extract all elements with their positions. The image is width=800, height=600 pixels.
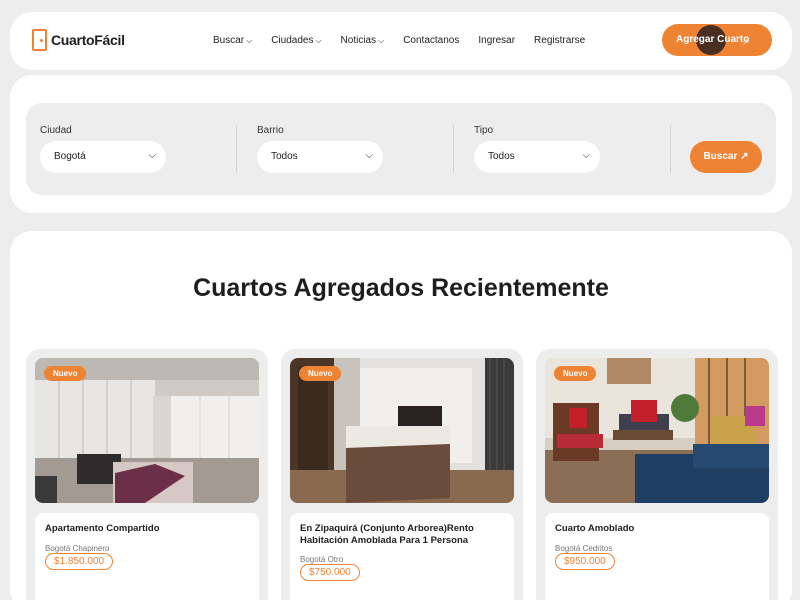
search-button[interactable]: Buscar ↗: [690, 141, 762, 173]
brand-name: CuartoFácil: [51, 32, 125, 48]
listing-price: $950.000: [555, 553, 615, 570]
recent-listings-section: Cuartos Agregados Recientemente Nuevo Ap…: [10, 231, 792, 600]
listing-info: Cuarto Amoblado Bogotá Cedritos $950.000: [545, 513, 769, 600]
nav-item-contactanos[interactable]: Contactanos: [403, 35, 459, 46]
listing-location: Bogotá Otro: [300, 555, 344, 564]
listing-price: $1.850.000: [45, 553, 114, 570]
search-section: Ciudad Bogotá ⌵ Barrio Todos ⌵ Tipo Todo…: [10, 75, 792, 213]
chevron-down-icon: ⌵: [246, 35, 253, 45]
listing-info: Apartamento Compartido Bogotá Chapinero …: [35, 513, 259, 600]
neighborhood-select[interactable]: Todos ⌵: [257, 141, 383, 173]
chevron-down-icon: ⌵: [378, 35, 385, 45]
type-label: Tipo: [474, 125, 494, 136]
arrow-up-right-icon: ↗: [742, 37, 750, 47]
listing-price: $750.000: [300, 564, 360, 581]
chevron-down-icon: ⌵: [148, 150, 156, 161]
listing-card[interactable]: Nuevo Apartamento Compartido Bogotá Chap…: [26, 349, 268, 600]
listing-card[interactable]: Nuevo En Zipaquirá (Conjunto Arborea)Ren…: [281, 349, 523, 600]
add-room-button[interactable]: Agregar Cuarto ↗: [662, 24, 772, 56]
add-room-label: Agregar Cuarto: [676, 34, 750, 45]
listing-title[interactable]: En Zipaquirá (Conjunto Arborea)Rento Hab…: [300, 523, 504, 547]
listing-info: En Zipaquirá (Conjunto Arborea)Rento Hab…: [290, 513, 514, 600]
listing-card[interactable]: Nuevo Cuarto Amoblado Bogotá Cedritos $9…: [536, 349, 778, 600]
listing-photo[interactable]: Nuevo: [290, 358, 514, 503]
nav-item-noticias[interactable]: Noticias ⌵: [341, 35, 385, 46]
nav-item-buscar[interactable]: Buscar ⌵: [213, 35, 252, 46]
new-badge: Nuevo: [554, 366, 597, 381]
logo[interactable]: CuartoFácil: [32, 29, 125, 51]
nav-item-ingresar[interactable]: Ingresar: [478, 35, 515, 46]
nav-item-registrarse[interactable]: Registrarse: [534, 35, 585, 46]
site-header: CuartoFácil Buscar ⌵ Ciudades ⌵ Noticias ⌵ …: [10, 12, 792, 70]
main-nav: Buscar ⌵ Ciudades ⌵ Noticias ⌵ Contactanos …: [213, 35, 585, 46]
new-badge: Nuevo: [299, 366, 342, 381]
listing-photo[interactable]: Nuevo: [35, 358, 259, 503]
nav-item-ciudades[interactable]: Ciudades ⌵: [271, 35, 321, 46]
section-title: Cuartos Agregados Recientemente: [193, 274, 609, 302]
listing-location: Bogotá Chapinero: [45, 544, 110, 553]
listing-location: Bogotá Cedritos: [555, 544, 613, 553]
search-panel: Ciudad Bogotá ⌵ Barrio Todos ⌵ Tipo Todo…: [26, 103, 776, 195]
listing-title[interactable]: Cuarto Amoblado: [555, 523, 759, 535]
city-select-value: Bogotá: [54, 151, 86, 162]
divider: [236, 125, 237, 173]
city-label: Ciudad: [40, 125, 72, 136]
listing-photo[interactable]: Nuevo: [545, 358, 769, 503]
type-select-value: Todos: [488, 151, 515, 162]
divider: [453, 125, 454, 173]
type-select[interactable]: Todos ⌵: [474, 141, 600, 173]
chevron-down-icon: ⌵: [582, 150, 590, 161]
neighborhood-label: Barrio: [257, 125, 284, 136]
listing-title[interactable]: Apartamento Compartido: [45, 523, 249, 535]
new-badge: Nuevo: [44, 366, 87, 381]
chevron-down-icon: ⌵: [315, 35, 322, 45]
city-select[interactable]: Bogotá ⌵: [40, 141, 166, 173]
neighborhood-select-value: Todos: [271, 151, 298, 162]
divider: [670, 125, 671, 173]
chevron-down-icon: ⌵: [365, 150, 373, 161]
door-icon: [32, 29, 47, 51]
